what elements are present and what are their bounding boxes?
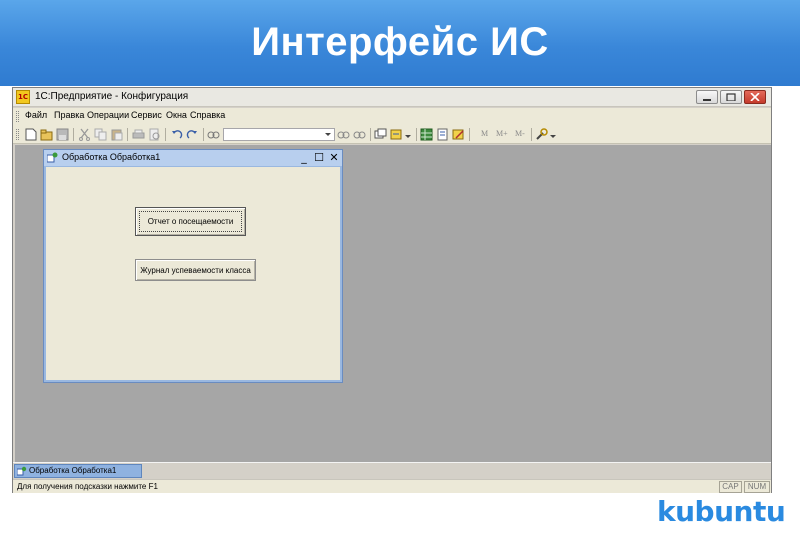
find-icon[interactable]: [207, 128, 220, 141]
chevron-down-icon[interactable]: [324, 128, 333, 141]
toolbar-grip[interactable]: [16, 129, 19, 140]
class-grades-journal-button[interactable]: Журнал успеваемости класса: [135, 259, 256, 281]
maximize-icon: [726, 93, 736, 101]
text-icon[interactable]: [436, 128, 449, 141]
chevron-down-icon[interactable]: [549, 128, 558, 141]
child-close-icon[interactable]: ✕: [327, 151, 341, 164]
child-window: Обработка Обработка1 _ ☐ ✕ Отчет о посещ…: [43, 149, 343, 383]
memory-button[interactable]: M: [481, 129, 488, 138]
chevron-down-icon[interactable]: [404, 128, 413, 141]
taskbar-item[interactable]: Обработка Обработка1: [14, 464, 142, 478]
child-window-title: Обработка Обработка1: [62, 152, 161, 162]
find-next-icon[interactable]: [337, 128, 350, 141]
child-window-body: Отчет о посещаемости Журнал успеваемости…: [46, 167, 340, 380]
wrench-icon[interactable]: [535, 128, 548, 141]
kubuntu-logo: kubuntu: [657, 495, 786, 528]
memory-minus-button[interactable]: M-: [515, 129, 525, 138]
table-icon[interactable]: [420, 128, 433, 141]
mdi-workspace: Обработка Обработка1 _ ☐ ✕ Отчет о посещ…: [15, 145, 771, 462]
num-lock-indicator: NUM: [744, 481, 770, 493]
app-window: 1С 1С:Предприятие - Конфигурация Файл Пр…: [12, 87, 772, 493]
processing-icon: [17, 466, 27, 476]
caps-lock-indicator: CAP: [719, 481, 742, 493]
toolbar-separator: [73, 128, 74, 141]
toolbar-separator: [531, 128, 532, 141]
paste-icon[interactable]: [110, 128, 123, 141]
status-bar: Для получения подсказки нажмите F1 CAP N…: [13, 479, 771, 493]
module-icon[interactable]: [390, 128, 403, 141]
menu-bar: Файл Правка Операции Сервис Окна Справка: [13, 108, 771, 125]
minimize-button[interactable]: [696, 90, 718, 104]
print-preview-icon[interactable]: [148, 128, 161, 141]
menu-windows[interactable]: Окна: [166, 110, 187, 120]
toolbar-separator: [203, 128, 204, 141]
save-icon[interactable]: [56, 128, 69, 141]
slide: Интерфейс ИС 1С 1С:Предприятие - Конфигу…: [0, 0, 800, 533]
app-logo-icon: 1С: [16, 90, 30, 104]
taskbar-item-label: Обработка Обработка1: [29, 466, 117, 475]
close-icon: [750, 93, 760, 101]
child-maximize-icon[interactable]: ☐: [312, 151, 326, 164]
focus-ring: [139, 211, 242, 232]
menu-operations[interactable]: Операции: [87, 110, 129, 120]
slide-banner: Интерфейс ИС: [0, 0, 800, 86]
edit-icon[interactable]: [452, 128, 465, 141]
open-folder-icon[interactable]: [40, 128, 53, 141]
child-titlebar[interactable]: Обработка Обработка1 _ ☐ ✕: [44, 150, 342, 166]
attendance-report-button[interactable]: Отчет о посещаемости: [135, 207, 246, 236]
toolbar-separator: [127, 128, 128, 141]
toolbar-separator: [165, 128, 166, 141]
window-icon[interactable]: [374, 128, 387, 141]
app-titlebar[interactable]: 1С 1С:Предприятие - Конфигурация: [13, 88, 771, 107]
new-document-icon[interactable]: [24, 128, 37, 141]
toolbar-separator: [416, 128, 417, 141]
menu-file[interactable]: Файл: [25, 110, 47, 120]
class-grades-journal-label: Журнал успеваемости класса: [140, 265, 251, 275]
slide-title: Интерфейс ИС: [251, 20, 549, 64]
menu-service[interactable]: Сервис: [131, 110, 162, 120]
toolbar: M M+ M-: [13, 125, 771, 144]
find-prev-icon[interactable]: [353, 128, 366, 141]
search-input[interactable]: [223, 128, 335, 141]
status-text: Для получения подсказки нажмите F1: [17, 482, 158, 491]
processing-icon: [47, 152, 58, 163]
minimize-icon: [703, 99, 711, 101]
app-title: 1С:Предприятие - Конфигурация: [35, 91, 189, 102]
menu-edit[interactable]: Правка: [54, 110, 84, 120]
child-minimize-icon[interactable]: _: [297, 151, 311, 164]
redo-icon[interactable]: [186, 128, 199, 141]
undo-icon[interactable]: [170, 128, 183, 141]
print-icon[interactable]: [132, 128, 145, 141]
toolbar-separator: [370, 128, 371, 141]
copy-icon[interactable]: [94, 128, 107, 141]
memory-plus-button[interactable]: M+: [496, 129, 508, 138]
menu-help[interactable]: Справка: [190, 110, 225, 120]
window-taskbar: Обработка Обработка1: [13, 462, 771, 478]
menu-grip[interactable]: [16, 111, 19, 122]
maximize-button[interactable]: [720, 90, 742, 104]
toolbar-separator: [469, 128, 470, 141]
cut-icon[interactable]: [78, 128, 91, 141]
close-button[interactable]: [744, 90, 766, 104]
